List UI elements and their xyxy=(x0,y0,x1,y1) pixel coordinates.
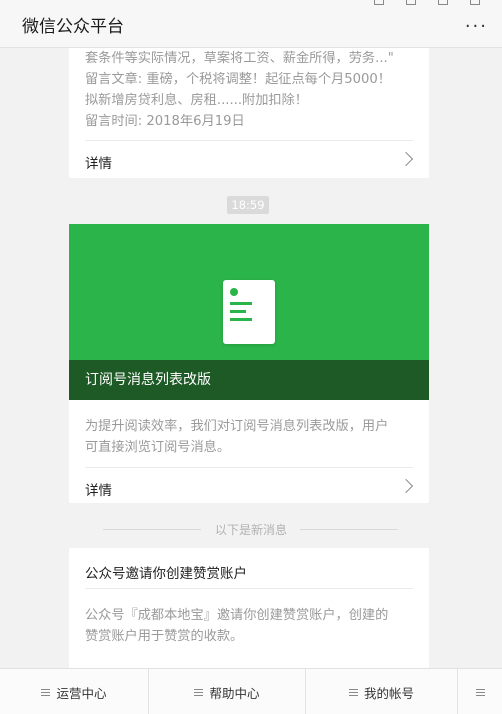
details-link[interactable]: 详情 xyxy=(85,140,414,178)
message-text-line: 公众号『成都本地宝』邀请你创建赞赏账户，创建的 xyxy=(85,608,389,623)
details-label: 详情 xyxy=(85,483,112,499)
maximize-icon[interactable] xyxy=(438,0,448,5)
bottom-nav: 运营中心 帮助中心 我的帐号 xyxy=(0,668,502,714)
chevron-right-icon xyxy=(398,478,414,494)
message-text-line: 留言文章: 重磅，个税将调整！起征点每个月5000！ xyxy=(85,72,391,87)
menu-icon xyxy=(348,687,358,698)
menu-icon xyxy=(41,687,51,698)
menu-icon xyxy=(194,687,204,698)
timestamp-badge: 18:59 xyxy=(227,196,269,214)
document-icon xyxy=(223,280,275,344)
nav-operations-center[interactable]: 运营中心 xyxy=(0,669,149,714)
message-body: 公众号『成都本地宝』邀请你创建赞赏账户，创建的 赞赏账户用于赞赏的收款。 xyxy=(69,605,429,647)
window-controls xyxy=(374,0,480,6)
more-options-button[interactable]: ... xyxy=(465,12,488,32)
new-messages-divider: 以下是新消息 xyxy=(214,523,287,537)
details-label: 详情 xyxy=(85,156,112,172)
divider xyxy=(85,588,413,589)
chevron-right-icon xyxy=(398,151,414,167)
message-list[interactable]: 套条件等实际情况，草案将工资、薪金所得，劳务..." 留言文章: 重磅，个税将调… xyxy=(0,48,502,668)
message-body: 为提升阅读效率，我们对订阅号消息列表改版，用户 可直接浏览订阅号消息。 xyxy=(69,416,429,458)
message-text-line: 可直接浏览订阅号消息。 xyxy=(85,440,231,455)
message-text-line: 赞赏账户用于赞赏的收款。 xyxy=(85,629,244,644)
keyboard-toggle-icon[interactable] xyxy=(458,669,502,714)
nav-label: 我的帐号 xyxy=(363,685,414,701)
notice-title: 公众号邀请你创建赞赏账户 xyxy=(85,566,247,582)
message-text-line: 套条件等实际情况，草案将工资、薪金所得，劳务..." xyxy=(85,51,394,66)
minimize-icon[interactable] xyxy=(406,0,416,5)
nav-label: 帮助中心 xyxy=(209,685,260,701)
banner-caption: 订阅号消息列表改版 xyxy=(69,360,429,400)
window-title: 微信公众平台 xyxy=(22,17,124,37)
message-text-line: 留言时间: 2018年6月19日 xyxy=(85,114,245,129)
message-card[interactable]: 公众号邀请你创建赞赏账户 公众号『成都本地宝』邀请你创建赞赏账户，创建的 赞赏账… xyxy=(69,548,429,668)
message-body: 套条件等实际情况，草案将工资、薪金所得，劳务..." 留言文章: 重磅，个税将调… xyxy=(69,48,429,132)
close-icon[interactable] xyxy=(470,0,480,5)
title-bar: 微信公众平台 ... xyxy=(0,0,502,48)
banner-image[interactable]: 订阅号消息列表改版 xyxy=(69,224,429,400)
message-text-line: 为提升阅读效率，我们对订阅号消息列表改版，用户 xyxy=(85,419,389,434)
message-card[interactable]: 订阅号消息列表改版 为提升阅读效率，我们对订阅号消息列表改版，用户 可直接浏览订… xyxy=(69,224,429,503)
message-card: 套条件等实际情况，草案将工资、薪金所得，劳务..." 留言文章: 重磅，个税将调… xyxy=(69,48,429,178)
divider-line xyxy=(300,529,398,530)
nav-label: 运营中心 xyxy=(56,685,107,701)
nav-help-center[interactable]: 帮助中心 xyxy=(149,669,306,714)
nav-my-account[interactable]: 我的帐号 xyxy=(306,669,458,714)
message-text-line: 拟新增房贷利息、房租......附加扣除！ xyxy=(85,93,308,108)
details-link[interactable]: 详情 xyxy=(85,467,414,505)
divider-line xyxy=(103,529,201,530)
pin-icon[interactable] xyxy=(374,0,384,5)
